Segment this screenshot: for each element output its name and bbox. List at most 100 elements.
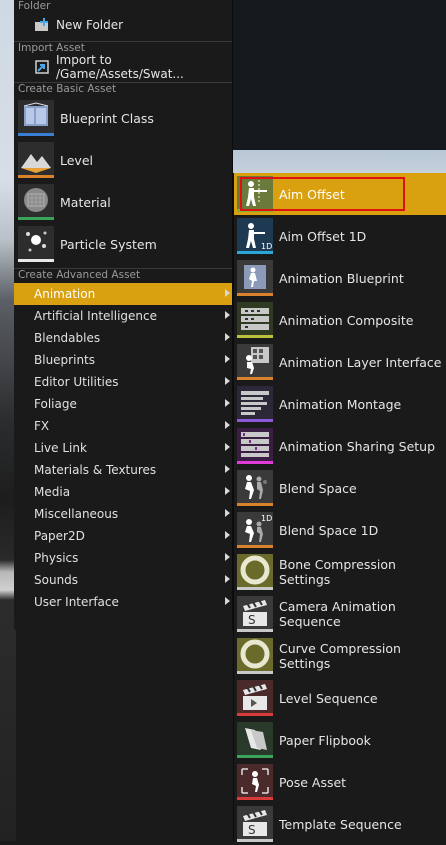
category-artificial-intelligence[interactable]: Artificial Intelligence [14,305,232,327]
svg-text:1D: 1D [261,242,272,251]
submenu-arrow-icon [225,487,230,495]
animation-layer-interface-icon [237,344,273,380]
category-foliage[interactable]: Foliage [14,393,232,415]
submenu-arrow-icon [225,575,230,583]
animation-blueprint-icon [237,260,273,296]
blend-space-1d-icon: 1D [237,512,273,548]
animation-blueprint-button[interactable]: Animation Blueprint [234,257,446,299]
blueprint-class-button[interactable]: Blueprint Class [14,97,232,139]
curve-compression-settings-icon [237,638,273,674]
new-folder-button[interactable]: New Folder [14,14,232,36]
blend-space-1d-label: Blend Space 1D [279,522,379,538]
category-animation[interactable]: Animation [14,283,232,305]
category-media[interactable]: Media [14,481,232,503]
category-blendables[interactable]: Blendables [14,327,232,349]
category-label: Blueprints [34,353,96,367]
new-folder-label: New Folder [56,18,124,32]
blend-space-button[interactable]: Blend Space [234,467,446,509]
basic-asset-section-header: Create Basic Asset [14,82,232,97]
pose-asset-button[interactable]: Pose Asset [234,761,446,803]
particle-system-button[interactable]: Particle System [14,223,232,265]
bone-compression-settings-button[interactable]: Bone Compression Settings [234,551,446,593]
animation-montage-label: Animation Montage [279,396,402,412]
level-button[interactable]: Level [14,139,232,181]
animation-layer-interface-label: Animation Layer Interface [279,354,442,370]
submenu-arrow-icon [225,553,230,561]
material-button[interactable]: Material [14,181,232,223]
folder-section-header: Folder [18,0,51,12]
animation-layer-interface-button[interactable]: Animation Layer Interface [234,341,446,383]
bone-compression-settings-icon [237,554,273,590]
category-materials-textures[interactable]: Materials & Textures [14,459,232,481]
animation-blueprint-label: Animation Blueprint [279,270,404,286]
paper-flipbook-icon [237,722,273,758]
import-icon [34,59,50,75]
blueprint-class-icon [18,100,54,136]
blueprint-class-label: Blueprint Class [60,110,154,126]
animation-sharing-setup-icon [237,428,273,464]
category-physics[interactable]: Physics [14,547,232,569]
category-sounds[interactable]: Sounds [14,569,232,591]
viewport-background-right [233,0,446,176]
particle-system-label: Particle System [60,236,157,252]
submenu-arrow-icon [225,531,230,539]
submenu-arrow-icon [225,311,230,319]
pose-asset-icon [237,764,273,800]
category-miscellaneous[interactable]: Miscellaneous [14,503,232,525]
category-label: Foliage [34,397,77,411]
animation-composite-button[interactable]: Animation Composite [234,299,446,341]
animation-sharing-setup-button[interactable]: Animation Sharing Setup [234,425,446,467]
submenu-arrow-icon [225,333,230,341]
level-sequence-label: Level Sequence [279,690,378,706]
curve-compression-settings-button[interactable]: Curve Compression Settings [234,635,446,677]
camera-animation-sequence-button[interactable]: S Camera Animation Sequence [234,593,446,635]
submenu-arrow-icon [225,509,230,517]
material-icon [18,184,54,220]
category-label: Sounds [34,573,79,587]
animation-montage-button[interactable]: Animation Montage [234,383,446,425]
pose-asset-label: Pose Asset [279,774,347,790]
import-asset-button[interactable]: Import to /Game/Assets/Swat... [14,53,232,81]
submenu-arrow-icon [225,443,230,451]
submenu-arrow-icon [225,399,230,407]
svg-text:S: S [248,613,256,627]
aim-offset-1d-icon: 1D [237,218,273,254]
category-label: FX [34,419,50,433]
level-sequence-icon [237,680,273,716]
blend-space-1d-button[interactable]: 1D Blend Space 1D [234,509,446,551]
submenu-arrow-icon [225,465,230,473]
aim-offset-button[interactable]: Aim Offset [234,173,446,215]
aim-offset-1d-label: Aim Offset 1D [279,228,367,244]
aim-offset-icon [237,176,273,212]
paper-flipbook-label: Paper Flipbook [279,732,371,748]
category-fx[interactable]: FX [14,415,232,437]
animation-submenu: Aim Offset 1D Aim Offset 1D Animation Bl… [233,173,446,842]
category-editor-utilities[interactable]: Editor Utilities [14,371,232,393]
advanced-asset-section-header: Create Advanced Asset [14,268,232,283]
level-sequence-button[interactable]: Level Sequence [234,677,446,719]
animation-composite-icon [237,302,273,338]
svg-text:1D: 1D [261,514,272,523]
category-label: Media [34,485,71,499]
material-label: Material [60,194,111,210]
category-label: Physics [34,551,79,565]
submenu-arrow-icon [225,421,230,429]
bone-compression-settings-label: Bone Compression Settings [279,557,396,587]
new-folder-icon [34,17,50,33]
category-live-link[interactable]: Live Link [14,437,232,459]
category-label: Animation [34,287,96,301]
blend-space-icon [237,470,273,506]
aim-offset-1d-button[interactable]: 1D Aim Offset 1D [234,215,446,257]
level-label: Level [60,152,93,168]
camera-animation-sequence-icon: S [237,596,273,632]
paper-flipbook-button[interactable]: Paper Flipbook [234,719,446,761]
category-blueprints[interactable]: Blueprints [14,349,232,371]
submenu-arrow-icon [225,355,230,363]
level-icon [18,142,54,178]
submenu-arrow-icon [225,377,230,385]
template-sequence-button[interactable]: S Template Sequence [234,803,446,845]
aim-offset-label: Aim Offset [279,186,345,202]
category-paper2d[interactable]: Paper2D [14,525,232,547]
svg-text:S: S [248,823,256,837]
category-user-interface[interactable]: User Interface [14,591,232,613]
